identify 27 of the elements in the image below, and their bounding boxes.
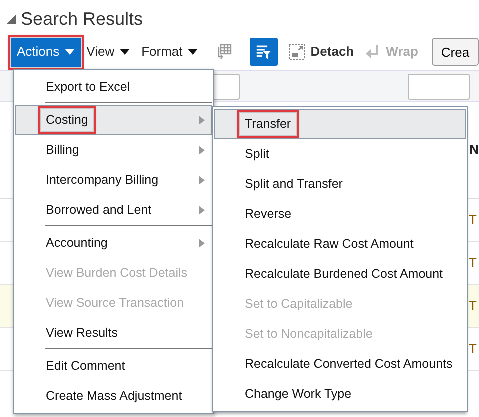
menu-item[interactable]: Accounting — [15, 228, 212, 258]
menu-item[interactable]: View Results — [15, 318, 212, 348]
menu-item[interactable]: Change Work Type — [214, 379, 466, 409]
table-cell-text: T — [469, 297, 478, 316]
table-cell-text: T — [469, 211, 478, 230]
menu-item[interactable]: Reverse — [214, 199, 466, 229]
menu-item[interactable]: Edit Comment — [15, 351, 212, 381]
menu-item[interactable]: Transfer — [214, 109, 466, 139]
menu-item[interactable]: Create Mass Adjustment — [15, 381, 212, 411]
menu-button[interactable]: Actions — [11, 38, 81, 66]
menu-button[interactable]: Format — [136, 38, 204, 66]
menu-item[interactable]: Split — [214, 139, 466, 169]
menu-item[interactable]: Recalculate Converted Cost Amounts — [214, 349, 466, 379]
menu-button[interactable]: View — [80, 38, 136, 66]
menu-item[interactable]: Recalculate Burdened Cost Amount — [214, 259, 466, 289]
menu-item[interactable]: Borrowed and Lent — [15, 195, 212, 225]
menu-item[interactable]: Split and Transfer — [214, 169, 466, 199]
menu-item[interactable]: Intercompany Billing — [15, 165, 212, 195]
menu-item[interactable]: Costing — [15, 105, 212, 135]
column-header[interactable]: N — [470, 140, 479, 160]
menu-item[interactable]: Recalculate Raw Cost Amount — [214, 229, 466, 259]
section-title: Search Results — [21, 8, 144, 30]
menu-item[interactable]: Billing — [15, 135, 212, 165]
table-cell-text: T — [469, 254, 478, 272]
table-cell-text: T — [469, 340, 478, 358]
detach-button[interactable]: Detach — [310, 42, 354, 62]
create-button[interactable]: Crea — [432, 38, 479, 66]
